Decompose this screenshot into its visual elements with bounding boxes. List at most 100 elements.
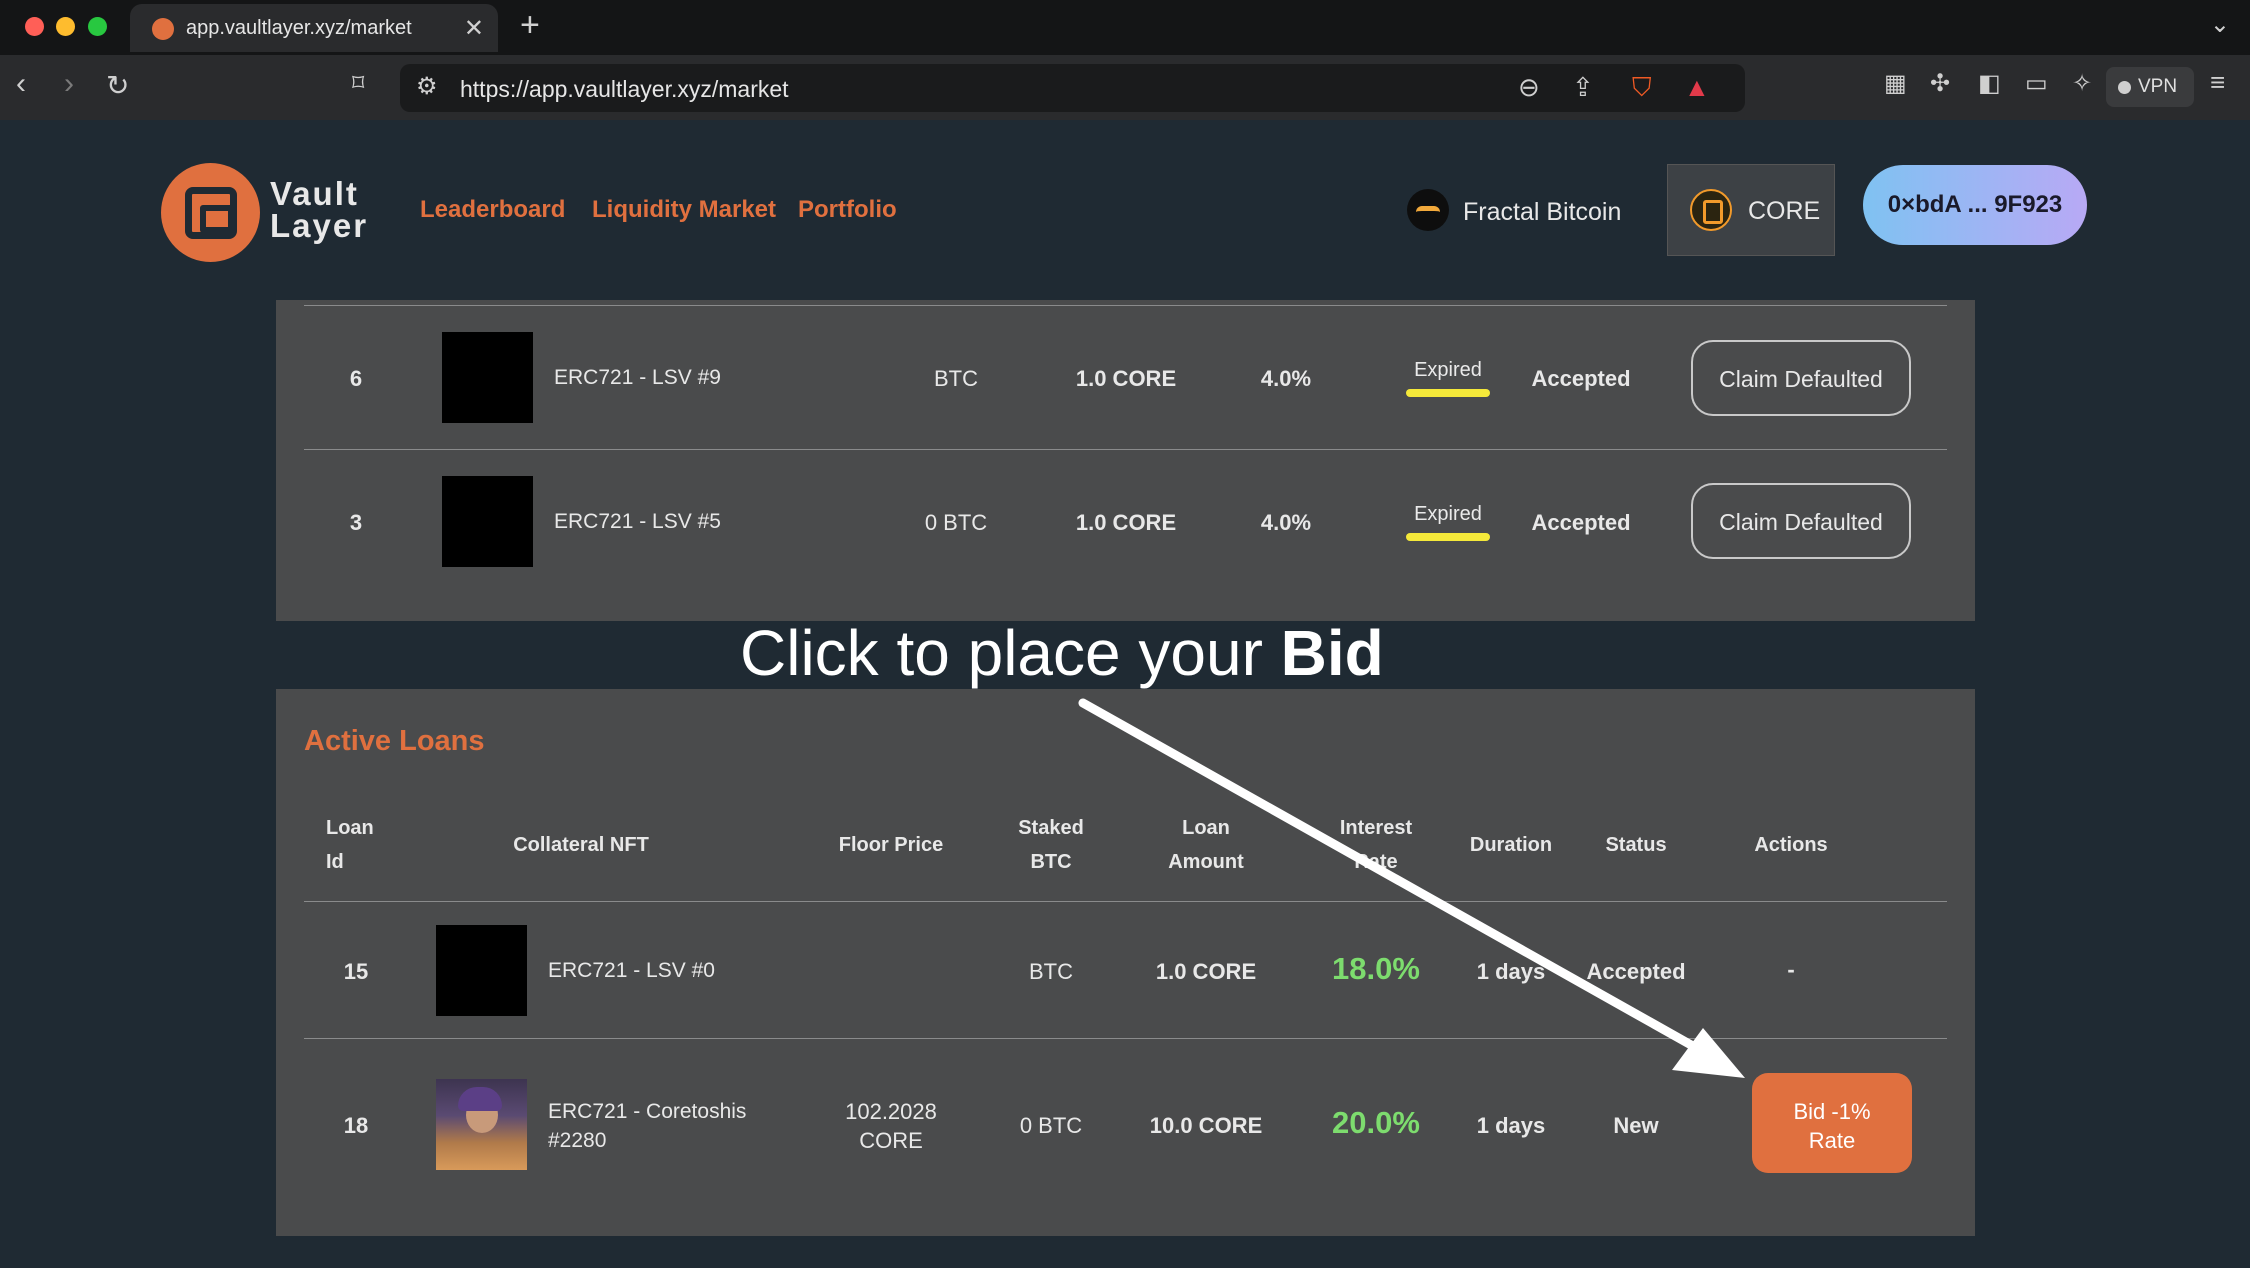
expired-highlight bbox=[1406, 533, 1490, 541]
column-header-floor-price: Floor Price bbox=[838, 834, 944, 856]
extensions-puzzle-icon[interactable]: ✣ bbox=[1930, 69, 1950, 98]
logo-line-2: Layer bbox=[270, 207, 369, 244]
bid-rate-button[interactable]: Bid -1% Rate bbox=[1752, 1073, 1912, 1173]
nft-thumbnail bbox=[442, 332, 533, 423]
column-header-interest-rate: Interest Rate bbox=[1316, 811, 1436, 879]
vaultlayer-logo-icon[interactable] bbox=[161, 163, 260, 262]
floor-price: 102.2028 CORE bbox=[816, 1097, 966, 1155]
row-divider bbox=[304, 305, 1947, 306]
loan-status: Accepted bbox=[1531, 510, 1631, 535]
coretoshis-nft-avatar bbox=[436, 1079, 527, 1170]
header-line: Staked bbox=[1018, 817, 1084, 839]
fractal-bitcoin-icon[interactable] bbox=[1407, 189, 1449, 231]
logo-text[interactable]: Vault Layer bbox=[270, 175, 369, 244]
minimize-window-button[interactable] bbox=[56, 17, 75, 36]
nft-name: ERC721 - LSV #5 bbox=[554, 510, 721, 533]
loan-id: 3 bbox=[349, 510, 363, 535]
column-header-status: Status bbox=[1605, 834, 1667, 856]
bid-button-line: Rate bbox=[1808, 1128, 1856, 1153]
back-icon[interactable]: ‹ bbox=[16, 67, 26, 101]
interest-rate: 18.0% bbox=[1332, 951, 1420, 986]
close-window-button[interactable] bbox=[25, 17, 44, 36]
loan-amount: 1.0 CORE bbox=[1075, 366, 1177, 391]
chain-label: CORE bbox=[1748, 197, 1821, 225]
expired-badge: Expired bbox=[1406, 503, 1490, 541]
column-header-loan-id: Loan Id bbox=[326, 811, 374, 879]
expired-label: Expired bbox=[1414, 359, 1482, 381]
tab-title: app.vaultlayer.xyz/market bbox=[186, 17, 412, 39]
brave-rewards-icon[interactable]: ▲ bbox=[1684, 72, 1710, 103]
expired-loans-table: 6 ERC721 - LSV #9 BTC 1.0 CORE 4.0% Expi… bbox=[276, 300, 1975, 621]
caption-text: Click to place your bbox=[740, 617, 1281, 689]
wallet-icon[interactable]: ▭ bbox=[2025, 69, 2048, 98]
zoom-window-button[interactable] bbox=[88, 17, 107, 36]
nft-name-line: ERC721 - Coretoshis bbox=[548, 1100, 747, 1123]
forward-icon[interactable]: › bbox=[64, 67, 74, 101]
header-line: BTC bbox=[1030, 851, 1072, 873]
interest-rate: 20.0% bbox=[1332, 1105, 1420, 1140]
loan-status: Accepted bbox=[1586, 959, 1686, 984]
row-divider bbox=[304, 1038, 1947, 1039]
active-loans-table: Active Loans Loan Id Collateral NFT Floo… bbox=[276, 689, 1975, 1236]
vpn-label: VPN bbox=[2138, 76, 2178, 97]
staked-btc: 0 BTC bbox=[1019, 1113, 1083, 1138]
interest-rate: 4.0% bbox=[1260, 510, 1312, 535]
share-icon[interactable]: ⇪ bbox=[1572, 72, 1594, 103]
floor-price-value: 102.2028 bbox=[845, 1099, 937, 1124]
loan-status: New bbox=[1613, 1113, 1659, 1138]
address-bar[interactable]: ⚙ https://app.vaultlayer.xyz/market ⊖ ⇪ … bbox=[400, 64, 1745, 112]
leo-ai-icon[interactable]: ✧ bbox=[2072, 69, 2092, 98]
chain-selector-button[interactable]: CORE bbox=[1667, 164, 1835, 256]
nft-name: ERC721 - LSV #0 bbox=[548, 959, 715, 982]
browser-tab-bar: app.vaultlayer.xyz/market ✕ + ⌄ bbox=[0, 0, 2250, 55]
loan-id: 18 bbox=[343, 1113, 369, 1138]
tab-list-chevron-icon[interactable]: ⌄ bbox=[2210, 10, 2230, 39]
staked-btc: BTC bbox=[934, 366, 978, 391]
nft-thumbnail bbox=[442, 476, 533, 567]
zoom-icon[interactable]: ⊖ bbox=[1518, 72, 1540, 103]
bid-button-line: Bid -1% bbox=[1793, 1099, 1871, 1124]
browser-tab[interactable]: app.vaultlayer.xyz/market ✕ bbox=[130, 4, 498, 52]
menu-icon[interactable]: ≡ bbox=[2210, 67, 2225, 98]
expired-badge: Expired bbox=[1406, 359, 1490, 397]
browser-toolbar: ‹ › ↻ ⌑ ⚙ https://app.vaultlayer.xyz/mar… bbox=[0, 55, 2250, 120]
loan-id: 6 bbox=[349, 366, 363, 391]
header-line: Amount bbox=[1168, 851, 1244, 873]
nav-liquidity-market[interactable]: Liquidity Market bbox=[592, 196, 776, 224]
claim-defaulted-button[interactable]: Claim Defaulted bbox=[1691, 483, 1911, 559]
loan-amount: 10.0 CORE bbox=[1149, 1113, 1263, 1138]
row-divider bbox=[304, 449, 1947, 450]
header-line: Loan bbox=[326, 817, 374, 839]
row-divider bbox=[304, 901, 1947, 902]
url-text: https://app.vaultlayer.xyz/market bbox=[460, 76, 789, 102]
network-selector[interactable]: Fractal Bitcoin bbox=[1463, 198, 1621, 227]
tutorial-caption: Click to place your Bid bbox=[740, 616, 1384, 690]
loan-amount: 1.0 CORE bbox=[1075, 510, 1177, 535]
column-header-actions: Actions bbox=[1754, 834, 1828, 856]
sidebar-icon[interactable]: ◧ bbox=[1978, 69, 2001, 98]
claim-defaulted-button[interactable]: Claim Defaulted bbox=[1691, 340, 1911, 416]
vpn-status-icon bbox=[2118, 81, 2131, 94]
site-settings-icon[interactable]: ⚙ bbox=[416, 72, 438, 101]
expired-label: Expired bbox=[1414, 503, 1482, 525]
logo-line-1: Vault bbox=[270, 175, 359, 212]
nft-name: ERC721 - LSV #9 bbox=[554, 366, 721, 389]
close-tab-icon[interactable]: ✕ bbox=[464, 14, 484, 43]
extension-qr-icon[interactable]: ▦ bbox=[1884, 69, 1907, 98]
wallet-address-button[interactable]: 0×bdA ... 9F923 bbox=[1863, 165, 2087, 245]
nft-name: ERC721 - Coretoshis #2280 bbox=[548, 1097, 746, 1155]
reload-icon[interactable]: ↻ bbox=[106, 69, 129, 102]
vaultlayer-favicon-icon bbox=[152, 18, 174, 40]
loan-id: 15 bbox=[343, 959, 369, 984]
column-header-collateral: Collateral NFT bbox=[513, 834, 649, 856]
bookmark-icon[interactable]: ⌑ bbox=[352, 69, 364, 98]
nav-leaderboard[interactable]: Leaderboard bbox=[420, 196, 565, 224]
new-tab-icon[interactable]: + bbox=[520, 6, 540, 45]
loan-status: Accepted bbox=[1531, 366, 1631, 391]
column-header-staked-btc: Staked BTC bbox=[1001, 811, 1101, 879]
nav-portfolio[interactable]: Portfolio bbox=[798, 196, 897, 224]
nft-thumbnail bbox=[436, 925, 527, 1016]
loan-duration: 1 days bbox=[1476, 959, 1546, 984]
vpn-button[interactable]: VPN bbox=[2106, 67, 2194, 107]
brave-shields-icon[interactable]: ⛉ bbox=[1632, 72, 1652, 104]
